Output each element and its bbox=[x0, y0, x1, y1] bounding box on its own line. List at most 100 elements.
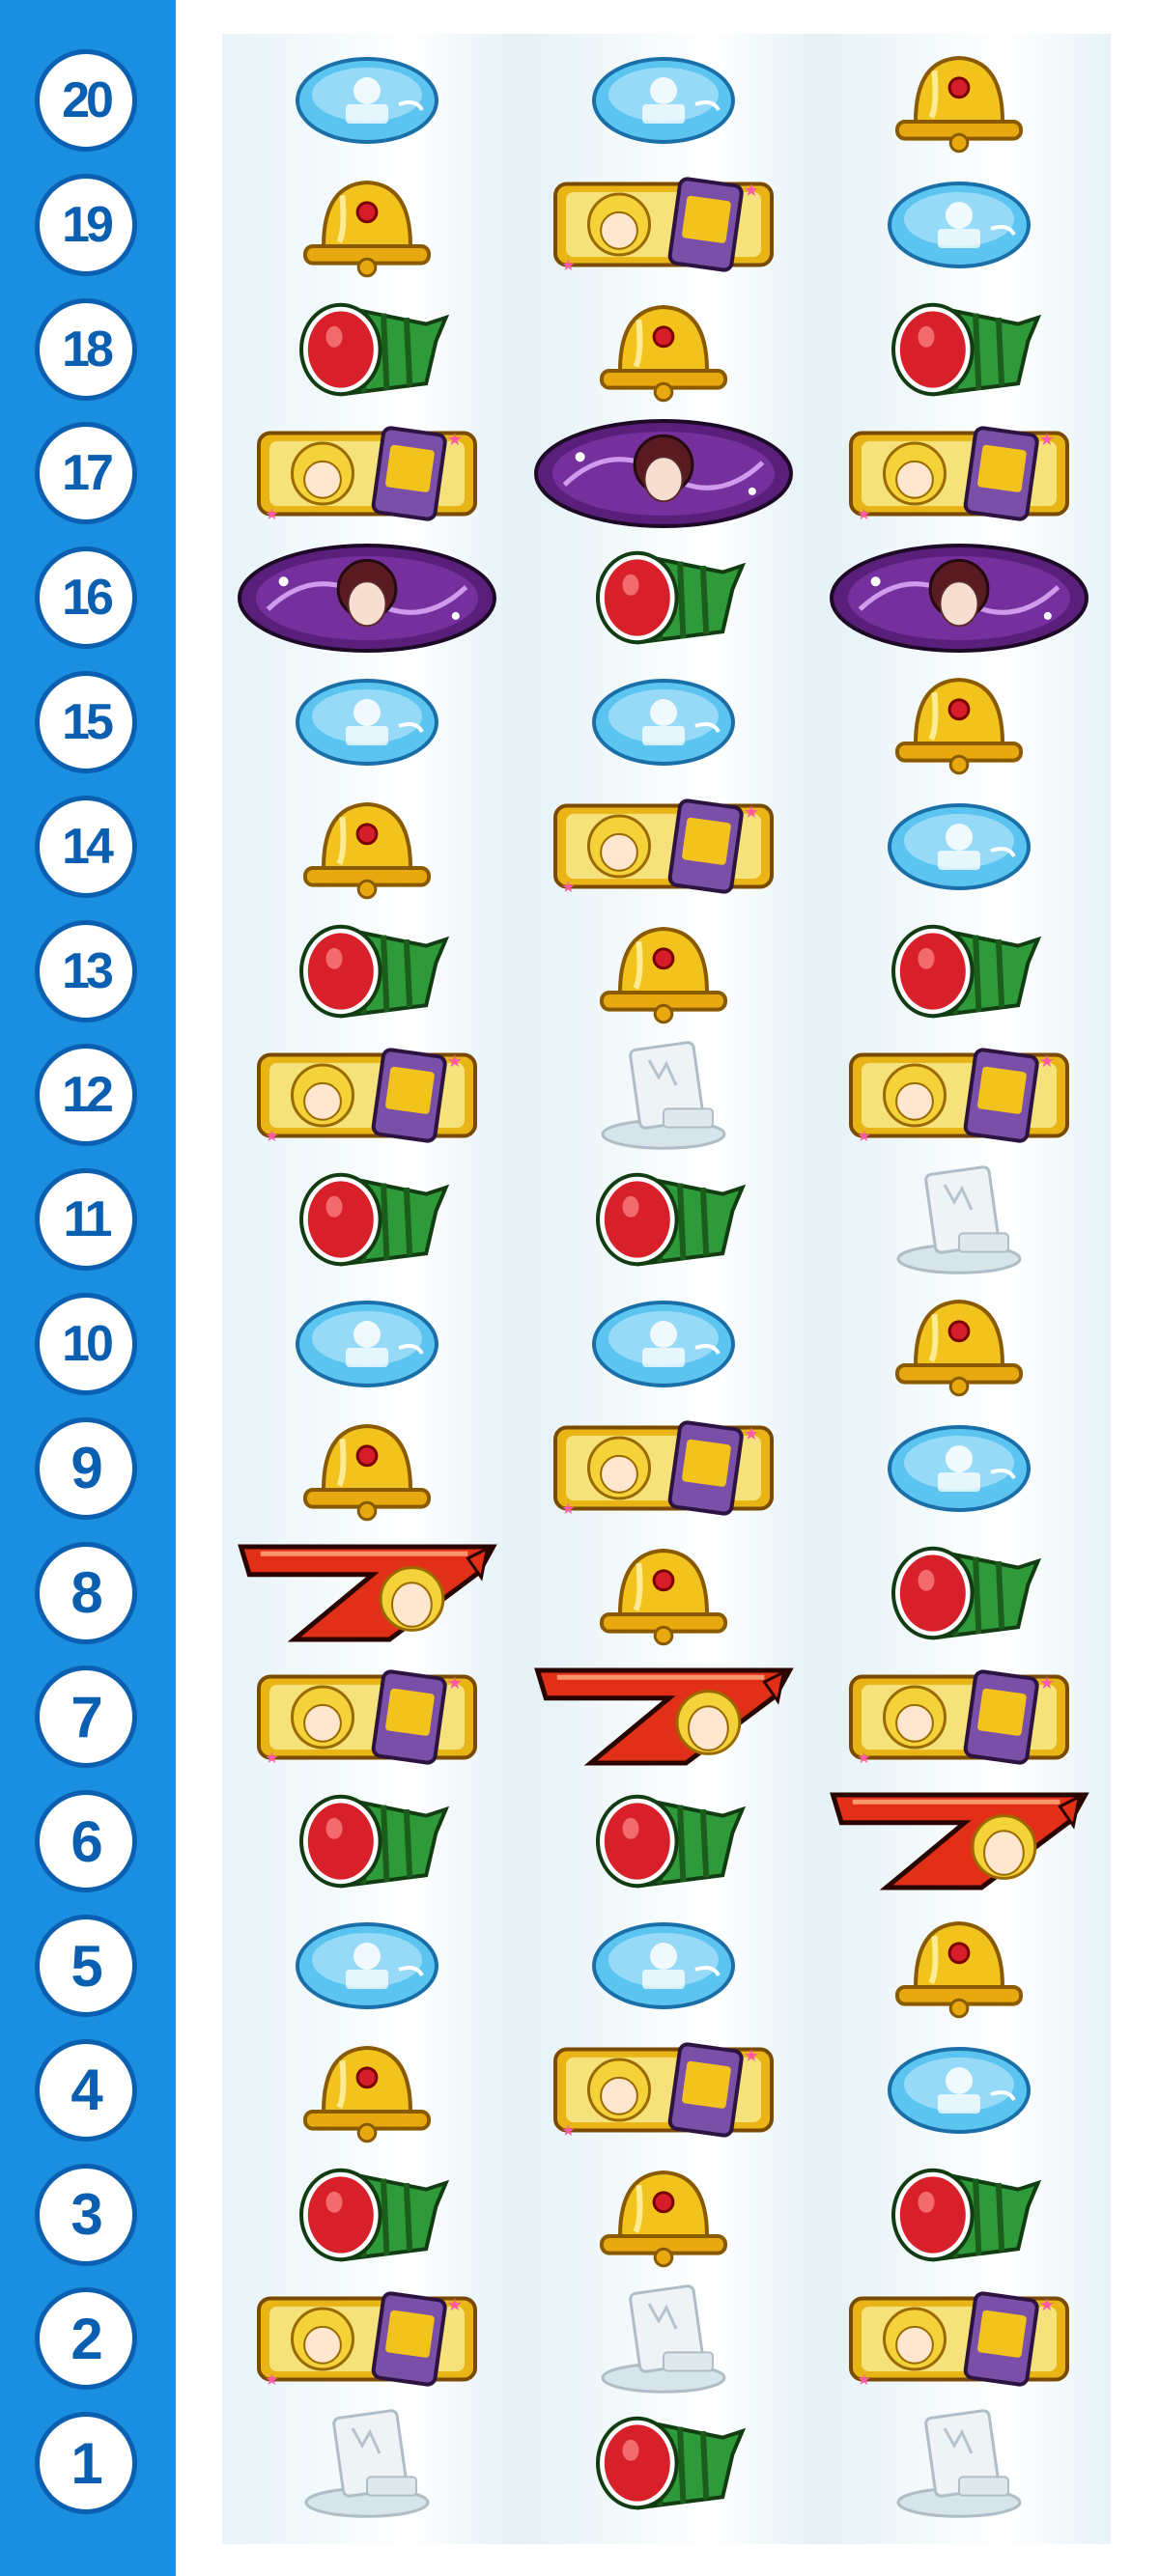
replay-symbol bbox=[591, 56, 736, 145]
cherry-girl-symbol: ★ ★ bbox=[552, 2039, 775, 2141]
svg-text:★: ★ bbox=[857, 507, 870, 523]
watermelon-symbol bbox=[285, 918, 450, 1024]
svg-text:★: ★ bbox=[265, 1750, 278, 1767]
replay-symbol bbox=[295, 678, 439, 767]
row-number-badge: 9 bbox=[35, 1416, 137, 1520]
watermelon-symbol bbox=[285, 1788, 450, 1894]
replay-symbol bbox=[887, 802, 1032, 891]
row-number-badge: 2 bbox=[35, 2287, 137, 2391]
svg-text:★: ★ bbox=[265, 507, 278, 523]
row-number-badge: 16 bbox=[35, 546, 137, 650]
bell-symbol bbox=[882, 1291, 1036, 1397]
row-number-badge: 13 bbox=[35, 919, 137, 1022]
svg-text:★: ★ bbox=[447, 1673, 463, 1693]
red-seven-symbol bbox=[819, 1783, 1099, 1899]
replay-symbol bbox=[887, 2046, 1032, 2135]
purple-girl-symbol bbox=[237, 543, 497, 654]
svg-text:★: ★ bbox=[1039, 1051, 1055, 1071]
row-number-badge: 3 bbox=[35, 2163, 137, 2266]
replay-symbol bbox=[591, 1300, 736, 1388]
watermelon-symbol bbox=[285, 2162, 450, 2268]
svg-text:★: ★ bbox=[1039, 430, 1055, 449]
svg-text:★: ★ bbox=[1039, 1673, 1055, 1693]
row-number-badge: 4 bbox=[35, 2038, 137, 2142]
row-number-badge: 11 bbox=[35, 1168, 137, 1272]
row-number-badge: 18 bbox=[35, 297, 137, 401]
svg-text:★: ★ bbox=[744, 2046, 759, 2065]
row-number-sidebar: 20 19 18 17 16 15 14 13 12 11 10 9 8 7 6 5 4 3 2 1 bbox=[0, 0, 176, 2576]
cherry-girl-symbol: ★ ★ bbox=[256, 423, 478, 524]
row-number-badge: 10 bbox=[35, 1293, 137, 1395]
cherry-girl-symbol: ★ ★ bbox=[256, 2288, 478, 2390]
bell-symbol bbox=[882, 1913, 1036, 2019]
row-number-badge: 8 bbox=[35, 1541, 137, 1644]
row-number-badge: 17 bbox=[35, 422, 137, 525]
svg-text:★: ★ bbox=[561, 1501, 575, 1518]
bell-symbol bbox=[290, 2037, 444, 2143]
watermelon-symbol bbox=[877, 2162, 1042, 2268]
svg-text:★: ★ bbox=[857, 1750, 870, 1767]
svg-text:★: ★ bbox=[561, 880, 575, 896]
watermelon-symbol bbox=[285, 1166, 450, 1273]
bell-symbol bbox=[290, 1415, 444, 1522]
watermelon-symbol bbox=[285, 296, 450, 403]
row-number-badge: 19 bbox=[35, 173, 137, 276]
replay-symbol bbox=[591, 678, 736, 767]
row-number-badge: 20 bbox=[35, 49, 137, 152]
replay-symbol bbox=[887, 181, 1032, 269]
watermelon-symbol bbox=[581, 1166, 747, 1273]
bell-symbol bbox=[882, 669, 1036, 775]
svg-text:★: ★ bbox=[265, 2372, 278, 2389]
svg-text:★: ★ bbox=[265, 1129, 278, 1145]
cherry-girl-symbol: ★ ★ bbox=[848, 1666, 1070, 1768]
purple-girl-symbol bbox=[829, 543, 1089, 654]
svg-text:★: ★ bbox=[744, 1424, 759, 1443]
row-number-badge: 6 bbox=[35, 1790, 137, 1893]
cherry-girl-symbol: ★ ★ bbox=[552, 174, 775, 275]
blank-symbol bbox=[887, 2405, 1032, 2521]
bell-symbol bbox=[290, 172, 444, 278]
replay-symbol bbox=[295, 56, 439, 145]
svg-text:★: ★ bbox=[1039, 2295, 1055, 2314]
row-number-badge: 14 bbox=[35, 795, 137, 898]
svg-text:★: ★ bbox=[857, 1129, 870, 1145]
cherry-girl-symbol: ★ ★ bbox=[848, 2288, 1070, 2390]
blank-symbol bbox=[591, 2281, 736, 2396]
watermelon-symbol bbox=[877, 296, 1042, 403]
bell-symbol bbox=[586, 918, 741, 1024]
svg-text:★: ★ bbox=[447, 1051, 463, 1071]
watermelon-symbol bbox=[581, 545, 747, 651]
svg-text:★: ★ bbox=[744, 181, 759, 200]
red-seven-symbol bbox=[523, 1659, 804, 1775]
bell-symbol bbox=[586, 296, 741, 403]
watermelon-symbol bbox=[581, 1788, 747, 1894]
replay-symbol bbox=[295, 1300, 439, 1388]
cherry-girl-symbol: ★ ★ bbox=[552, 1417, 775, 1519]
blank-symbol bbox=[295, 2405, 439, 2521]
watermelon-symbol bbox=[581, 2410, 747, 2516]
blank-symbol bbox=[887, 1162, 1032, 1277]
red-seven-symbol bbox=[227, 1535, 507, 1651]
replay-symbol bbox=[591, 1921, 736, 2010]
row-number-badge: 7 bbox=[35, 1666, 137, 1769]
row-number-badge: 15 bbox=[35, 671, 137, 773]
svg-text:★: ★ bbox=[857, 2372, 870, 2389]
blank-symbol bbox=[591, 1037, 736, 1153]
watermelon-symbol bbox=[877, 1540, 1042, 1646]
row-number-badge: 12 bbox=[35, 1044, 137, 1147]
bell-symbol bbox=[586, 2162, 741, 2268]
replay-symbol bbox=[887, 1424, 1032, 1513]
bell-symbol bbox=[586, 1540, 741, 1646]
cherry-girl-symbol: ★ ★ bbox=[848, 1045, 1070, 1146]
cherry-girl-symbol: ★ ★ bbox=[256, 1045, 478, 1146]
svg-text:★: ★ bbox=[744, 802, 759, 822]
replay-symbol bbox=[295, 1921, 439, 2010]
svg-text:★: ★ bbox=[561, 258, 575, 274]
svg-text:★: ★ bbox=[447, 430, 463, 449]
svg-text:★: ★ bbox=[561, 2123, 575, 2140]
reel-strip-area: ★ ★ ★ ★ ★ ★ ★ ★ ★ ★ ★ ★ ★ ★ ★ ★ ★ ★ ★ ★ … bbox=[222, 34, 1111, 2544]
row-number-badge: 1 bbox=[35, 2412, 137, 2515]
cherry-girl-symbol: ★ ★ bbox=[256, 1666, 478, 1768]
svg-text:★: ★ bbox=[447, 2295, 463, 2314]
watermelon-symbol bbox=[877, 918, 1042, 1024]
